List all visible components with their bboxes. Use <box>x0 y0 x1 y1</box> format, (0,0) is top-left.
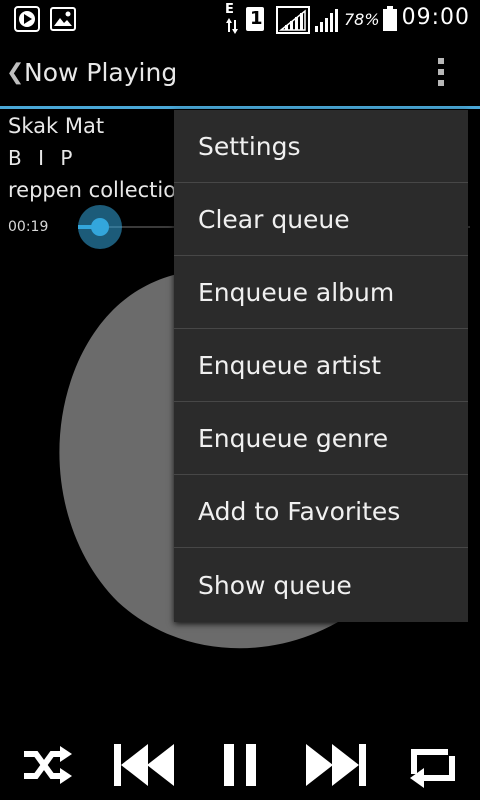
menu-item-enqueue-album[interactable]: Enqueue album <box>174 256 468 329</box>
repeat-icon[interactable] <box>404 740 462 790</box>
battery-icon <box>383 6 397 31</box>
overflow-menu-icon[interactable] <box>438 58 446 90</box>
sim-slot-label: 1 <box>250 8 263 29</box>
page-title[interactable]: Now Playing <box>24 58 177 87</box>
data-arrows-icon <box>226 18 238 34</box>
menu-item-add-to-favorites[interactable]: Add to Favorites <box>174 475 468 548</box>
elapsed-time: 00:19 <box>8 219 49 235</box>
shuffle-icon[interactable] <box>18 740 74 790</box>
image-notification-icon <box>50 7 76 31</box>
seek-thumb[interactable] <box>78 205 122 249</box>
action-bar-divider <box>0 106 480 109</box>
play-notification-icon <box>14 6 40 32</box>
menu-item-enqueue-artist[interactable]: Enqueue artist <box>174 329 468 402</box>
track-artist: B I P <box>8 146 78 170</box>
signal-2-icon <box>315 9 338 32</box>
menu-item-clear-queue[interactable]: Clear queue <box>174 183 468 256</box>
back-chevron-icon[interactable]: ❮ <box>6 60 24 85</box>
pause-icon[interactable] <box>218 740 262 790</box>
track-title: Skak Mat <box>8 114 105 138</box>
network-type: E <box>225 2 234 17</box>
menu-item-settings[interactable]: Settings <box>174 110 468 183</box>
playback-controls <box>0 740 480 790</box>
action-bar: ❮ Now Playing <box>0 38 480 106</box>
menu-item-enqueue-genre[interactable]: Enqueue genre <box>174 402 468 475</box>
signal-icon <box>276 6 310 34</box>
clock: 09:00 <box>401 5 470 30</box>
next-icon[interactable] <box>300 740 372 790</box>
status-bar: E 1 78% 09:00 <box>0 0 480 38</box>
battery-percent: 78% <box>344 10 380 29</box>
sim-icon: 1 <box>246 7 264 31</box>
track-album: reppen collectio <box>8 178 177 202</box>
previous-icon[interactable] <box>108 740 180 790</box>
overflow-menu: Settings Clear queue Enqueue album Enque… <box>174 110 468 622</box>
menu-item-show-queue[interactable]: Show queue <box>174 548 468 622</box>
